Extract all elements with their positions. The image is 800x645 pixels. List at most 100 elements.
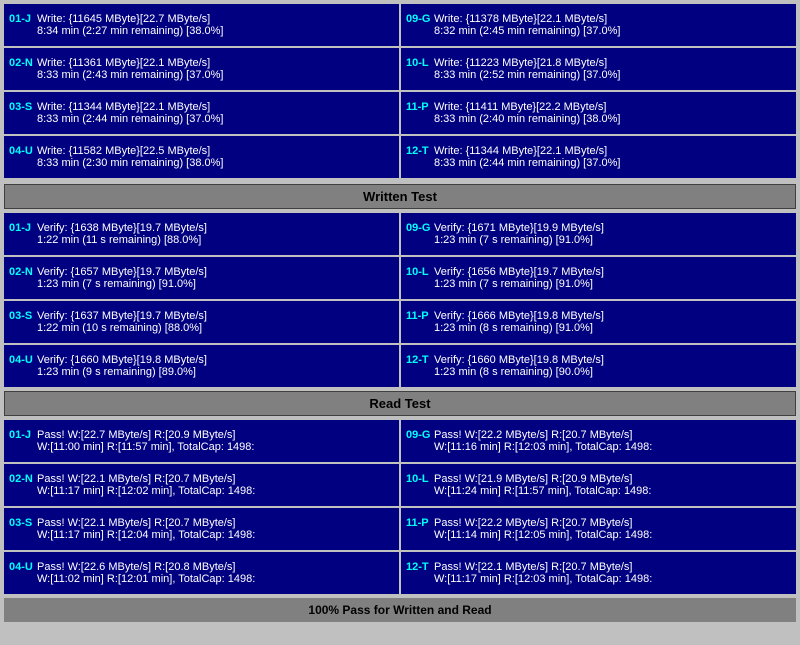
row-id-09g-verify: 09-G xyxy=(406,222,434,234)
row-data-03s-write-l1: Write: {11344 MByte}[22.1 MByte/s] xyxy=(37,101,223,113)
row-id-04u-read: 04-U xyxy=(9,561,37,573)
row-data-12t-verify-l2: 1:23 min (8 s remaining) [90.0%] xyxy=(434,366,604,378)
row-data-03s-verify-l2: 1:22 min (10 s remaining) [88.0%] xyxy=(37,322,207,334)
row-data-04u-write-l1: Write: {11582 MByte}[22.5 MByte/s] xyxy=(37,145,223,157)
write-section: 01-J Write: {11645 MByte}[22.7 MByte/s] … xyxy=(4,4,796,180)
row-data-03s-write-l2: 8:33 min (2:44 min remaining) [37.0%] xyxy=(37,113,223,125)
written-test-header: Written Test xyxy=(4,184,796,209)
row-data-09g-write-l2: 8:32 min (2:45 min remaining) [37.0%] xyxy=(434,25,620,37)
read-left-col: 01-J Pass! W:[22.7 MByte/s] R:[20.9 MByt… xyxy=(4,420,399,594)
table-row: 02-N Write: {11361 MByte}[22.1 MByte/s] … xyxy=(4,48,399,90)
table-row: 04-U Verify: {1660 MByte}[19.8 MByte/s] … xyxy=(4,345,399,387)
row-id-09g-write: 09-G xyxy=(406,13,434,25)
row-data-09g-read-l1: Pass! W:[22.2 MByte/s] R:[20.7 MByte/s] xyxy=(434,429,652,441)
table-row: 12-T Pass! W:[22.1 MByte/s] R:[20.7 MByt… xyxy=(401,552,796,594)
row-data-04u-write-l2: 8:33 min (2:30 min remaining) [38.0%] xyxy=(37,157,223,169)
row-id-10l-verify: 10-L xyxy=(406,266,434,278)
row-data-09g-verify-l1: Verify: {1671 MByte}[19.9 MByte/s] xyxy=(434,222,604,234)
row-id-03s-write: 03-S xyxy=(9,101,37,113)
row-data-11p-verify-l2: 1:23 min (8 s remaining) [91.0%] xyxy=(434,322,604,334)
row-data-01j-read-l1: Pass! W:[22.7 MByte/s] R:[20.9 MByte/s] xyxy=(37,429,254,441)
table-row: 03-S Verify: {1637 MByte}[19.7 MByte/s] … xyxy=(4,301,399,343)
row-data-01j-verify-l1: Verify: {1638 MByte}[19.7 MByte/s] xyxy=(37,222,207,234)
row-id-11p-verify: 11-P xyxy=(406,310,434,322)
table-row: 01-J Verify: {1638 MByte}[19.7 MByte/s] … xyxy=(4,213,399,255)
row-data-09g-read-l2: W:[11:16 min] R:[12:03 min], TotalCap: 1… xyxy=(434,441,652,453)
read-section: 01-J Pass! W:[22.7 MByte/s] R:[20.9 MByt… xyxy=(4,420,796,594)
table-row: 03-S Pass! W:[22.1 MByte/s] R:[20.7 MByt… xyxy=(4,508,399,550)
row-data-12t-write-l1: Write: {11344 MByte}[22.1 MByte/s] xyxy=(434,145,620,157)
row-data-09g-verify-l2: 1:23 min (7 s remaining) [91.0%] xyxy=(434,234,604,246)
row-data-10l-verify-l2: 1:23 min (7 s remaining) [91.0%] xyxy=(434,278,604,290)
row-data-11p-read-l1: Pass! W:[22.2 MByte/s] R:[20.7 MByte/s] xyxy=(434,517,652,529)
row-id-04u-verify: 04-U xyxy=(9,354,37,366)
row-data-10l-write-l2: 8:33 min (2:52 min remaining) [37.0%] xyxy=(434,69,620,81)
table-row: 12-T Write: {11344 MByte}[22.1 MByte/s] … xyxy=(401,136,796,178)
row-data-02n-write-l2: 8:33 min (2:43 min remaining) [37.0%] xyxy=(37,69,223,81)
row-data-11p-write-l2: 8:33 min (2:40 min remaining) [38.0%] xyxy=(434,113,620,125)
row-id-02n-read: 02-N xyxy=(9,473,37,485)
row-data-02n-verify-l2: 1:23 min (7 s remaining) [91.0%] xyxy=(37,278,207,290)
row-data-04u-verify-l1: Verify: {1660 MByte}[19.8 MByte/s] xyxy=(37,354,207,366)
row-data-04u-read-l2: W:[11:02 min] R:[12:01 min], TotalCap: 1… xyxy=(37,573,255,585)
row-id-04u-write: 04-U xyxy=(9,145,37,157)
row-data-04u-verify-l2: 1:23 min (9 s remaining) [89.0%] xyxy=(37,366,207,378)
table-row: 04-U Pass! W:[22.6 MByte/s] R:[20.8 MByt… xyxy=(4,552,399,594)
row-data-01j-verify-l2: 1:22 min (11 s remaining) [88.0%] xyxy=(37,234,207,246)
row-data-02n-read-l2: W:[11:17 min] R:[12:02 min], TotalCap: 1… xyxy=(37,485,255,497)
row-data-10l-verify-l1: Verify: {1656 MByte}[19.7 MByte/s] xyxy=(434,266,604,278)
row-id-11p-write: 11-P xyxy=(406,101,434,113)
table-row: 01-J Write: {11645 MByte}[22.7 MByte/s] … xyxy=(4,4,399,46)
write-right-col: 09-G Write: {11378 MByte}[22.1 MByte/s] … xyxy=(401,4,796,180)
table-row: 10-L Pass! W:[21.9 MByte/s] R:[20.9 MByt… xyxy=(401,464,796,506)
row-data-01j-read-l2: W:[11:00 min] R:[11:57 min], TotalCap: 1… xyxy=(37,441,254,453)
row-data-11p-verify-l1: Verify: {1666 MByte}[19.8 MByte/s] xyxy=(434,310,604,322)
table-row: 09-G Write: {11378 MByte}[22.1 MByte/s] … xyxy=(401,4,796,46)
verify-section: 01-J Verify: {1638 MByte}[19.7 MByte/s] … xyxy=(4,213,796,387)
table-row: 09-G Verify: {1671 MByte}[19.9 MByte/s] … xyxy=(401,213,796,255)
read-grid: 01-J Pass! W:[22.7 MByte/s] R:[20.9 MByt… xyxy=(4,420,796,594)
row-data-04u-read-l1: Pass! W:[22.6 MByte/s] R:[20.8 MByte/s] xyxy=(37,561,255,573)
read-test-header: Read Test xyxy=(4,391,796,416)
row-data-03s-read-l1: Pass! W:[22.1 MByte/s] R:[20.7 MByte/s] xyxy=(37,517,255,529)
table-row: 02-N Pass! W:[22.1 MByte/s] R:[20.7 MByt… xyxy=(4,464,399,506)
row-data-02n-read-l1: Pass! W:[22.1 MByte/s] R:[20.7 MByte/s] xyxy=(37,473,255,485)
table-row: 12-T Verify: {1660 MByte}[19.8 MByte/s] … xyxy=(401,345,796,387)
row-data-11p-write-l1: Write: {11411 MByte}[22.2 MByte/s] xyxy=(434,101,620,113)
table-row: 01-J Pass! W:[22.7 MByte/s] R:[20.9 MByt… xyxy=(4,420,399,462)
row-id-12t-write: 12-T xyxy=(406,145,434,157)
row-data-01j-write-l1: Write: {11645 MByte}[22.7 MByte/s] xyxy=(37,13,223,25)
table-row: 10-L Write: {11223 MByte}[21.8 MByte/s] … xyxy=(401,48,796,90)
row-id-01j-read: 01-J xyxy=(9,429,37,441)
table-row: 09-G Pass! W:[22.2 MByte/s] R:[20.7 MByt… xyxy=(401,420,796,462)
row-data-02n-write-l1: Write: {11361 MByte}[22.1 MByte/s] xyxy=(37,57,223,69)
row-id-02n-write: 02-N xyxy=(9,57,37,69)
read-right-col: 09-G Pass! W:[22.2 MByte/s] R:[20.7 MByt… xyxy=(401,420,796,594)
table-row: 11-P Write: {11411 MByte}[22.2 MByte/s] … xyxy=(401,92,796,134)
row-data-02n-verify-l1: Verify: {1657 MByte}[19.7 MByte/s] xyxy=(37,266,207,278)
row-id-10l-write: 10-L xyxy=(406,57,434,69)
row-data-12t-write-l2: 8:33 min (2:44 min remaining) [37.0%] xyxy=(434,157,620,169)
row-data-10l-read-l1: Pass! W:[21.9 MByte/s] R:[20.9 MByte/s] xyxy=(434,473,651,485)
row-id-12t-verify: 12-T xyxy=(406,354,434,366)
row-id-03s-verify: 03-S xyxy=(9,310,37,322)
row-id-01j-verify: 01-J xyxy=(9,222,37,234)
write-grid: 01-J Write: {11645 MByte}[22.7 MByte/s] … xyxy=(4,4,796,180)
verify-grid: 01-J Verify: {1638 MByte}[19.7 MByte/s] … xyxy=(4,213,796,387)
row-data-12t-verify-l1: Verify: {1660 MByte}[19.8 MByte/s] xyxy=(434,354,604,366)
table-row: 11-P Pass! W:[22.2 MByte/s] R:[20.7 MByt… xyxy=(401,508,796,550)
row-id-01j-write: 01-J xyxy=(9,13,37,25)
table-row: 11-P Verify: {1666 MByte}[19.8 MByte/s] … xyxy=(401,301,796,343)
status-bar: 100% Pass for Written and Read xyxy=(4,598,796,622)
row-id-03s-read: 03-S xyxy=(9,517,37,529)
row-id-02n-verify: 02-N xyxy=(9,266,37,278)
row-data-12t-read-l2: W:[11:17 min] R:[12:03 min], TotalCap: 1… xyxy=(434,573,652,585)
row-data-03s-read-l2: W:[11:17 min] R:[12:04 min], TotalCap: 1… xyxy=(37,529,255,541)
table-row: 04-U Write: {11582 MByte}[22.5 MByte/s] … xyxy=(4,136,399,178)
row-data-10l-write-l1: Write: {11223 MByte}[21.8 MByte/s] xyxy=(434,57,620,69)
row-data-10l-read-l2: W:[11:24 min] R:[11:57 min], TotalCap: 1… xyxy=(434,485,651,497)
table-row: 10-L Verify: {1656 MByte}[19.7 MByte/s] … xyxy=(401,257,796,299)
table-row: 02-N Verify: {1657 MByte}[19.7 MByte/s] … xyxy=(4,257,399,299)
row-id-11p-read: 11-P xyxy=(406,517,434,529)
main-container: 01-J Write: {11645 MByte}[22.7 MByte/s] … xyxy=(0,0,800,626)
